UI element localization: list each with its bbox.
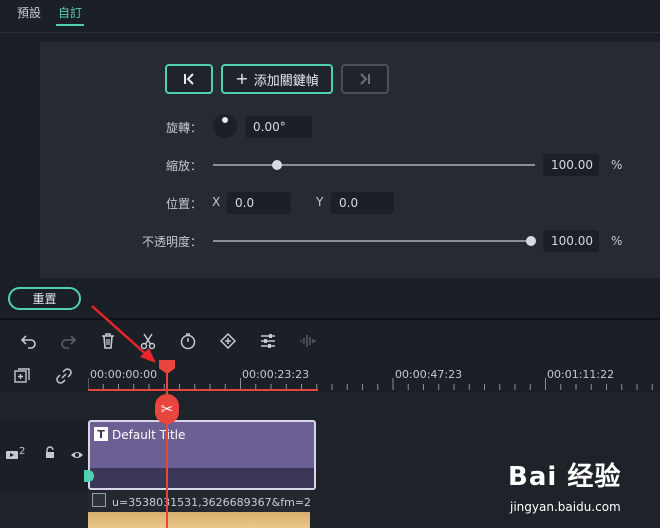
watermark-main: Bai 经验 [508, 462, 622, 492]
editor-root: 預設 自訂 + 添加關鍵幀 旋轉： 0.00° 縮放： 100.00 % 位置：… [0, 0, 660, 528]
watermark-logo: Bai 经验 [508, 456, 621, 493]
annotation-arrow-icon [91, 305, 156, 363]
watermark-url: jingyan.baidu.com [510, 500, 621, 514]
